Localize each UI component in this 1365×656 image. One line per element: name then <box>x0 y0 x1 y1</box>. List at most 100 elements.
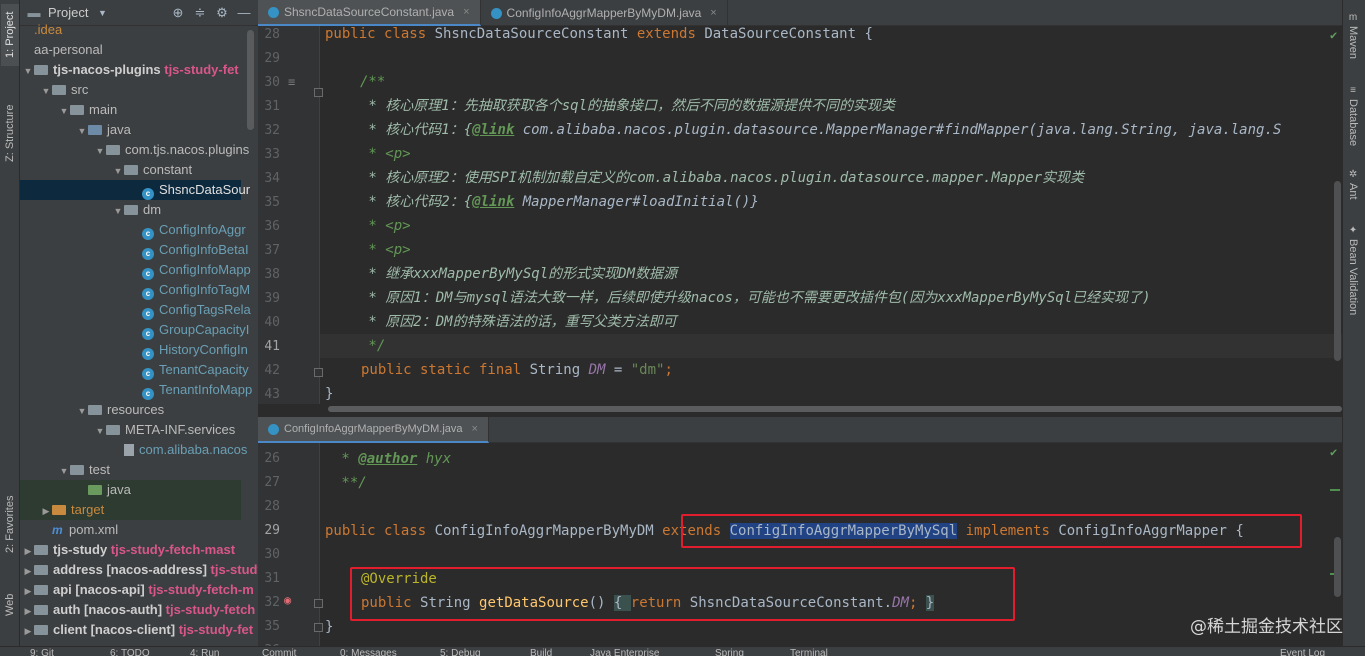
line-number[interactable]: 35 <box>258 619 280 634</box>
project-panel-title[interactable]: Project <box>48 5 88 20</box>
chevron-down-icon[interactable]: ▼ <box>22 61 34 81</box>
chevron-right-icon[interactable]: ▶ <box>22 601 34 621</box>
line-number[interactable]: 32 <box>258 122 280 139</box>
gear-icon[interactable]: ⚙ <box>214 5 230 21</box>
tree-item[interactable]: aa-personal <box>20 40 241 60</box>
chevron-down-icon[interactable]: ▼ <box>112 201 124 221</box>
tree-item[interactable]: ▶ api [nacos-api] tjs-study-fetch-m <box>20 580 254 601</box>
chevron-right-icon[interactable]: ▶ <box>22 581 34 601</box>
chevron-down-icon[interactable]: ▼ <box>94 8 110 18</box>
ant-tool-tab[interactable]: ✲ Ant <box>1344 164 1362 204</box>
tree-item[interactable]: ▼ META-INF.services <box>20 420 241 440</box>
tree-item[interactable]: ▶ client [nacos-client] tjs-study-fet <box>20 620 254 641</box>
chevron-down-icon[interactable]: ▼ <box>94 141 106 161</box>
line-number[interactable]: 41 <box>258 338 280 355</box>
line-number[interactable]: 29 <box>258 523 280 538</box>
tree-item[interactable]: ▼ main <box>20 100 241 120</box>
tree-item[interactable]: ▶ address [nacos-address] tjs-study <box>20 560 258 581</box>
fold-marker[interactable] <box>314 368 323 377</box>
bottom-tool-9-git[interactable]: 9: Git <box>30 647 54 656</box>
bottom-tool-4-run[interactable]: 4: Run <box>190 647 219 656</box>
tree-item[interactable]: ▶ auth [nacos-auth] tjs-study-fetch <box>20 600 256 621</box>
chevron-down-icon[interactable]: ▼ <box>112 161 124 181</box>
bottom-tool-5-debug[interactable]: 5: Debug <box>440 647 481 656</box>
tree-item[interactable]: java <box>20 480 241 500</box>
favorites-tool-tab[interactable]: 2: Favorites <box>1 490 19 558</box>
bottom-tool-6-todo[interactable]: 6: TODO <box>110 647 150 656</box>
line-number[interactable]: 30 <box>258 547 280 562</box>
tree-item[interactable]: c ConfigTagsRela <box>20 300 251 320</box>
database-tool-tab[interactable]: ≡ Database <box>1344 80 1362 152</box>
locate-icon[interactable]: ⊕ <box>170 5 186 21</box>
tree-item[interactable]: c GroupCapacityI <box>20 320 249 340</box>
close-icon[interactable]: × <box>710 7 716 19</box>
tree-item[interactable]: c ConfigInfoAggr <box>20 220 246 240</box>
bottom-pane-scrollbar[interactable] <box>1334 537 1341 597</box>
structure-tool-tab[interactable]: Z: Structure <box>1 92 19 174</box>
chevron-down-icon[interactable]: ▼ <box>58 461 70 481</box>
override-marker-icon[interactable]: ◉ <box>284 593 291 607</box>
tree-item[interactable]: ▶ target <box>20 500 241 520</box>
bottom-tool-build[interactable]: Build <box>530 647 552 656</box>
tree-item[interactable]: ▼ java <box>20 120 241 140</box>
bottom-tool-spring[interactable]: Spring <box>715 647 744 656</box>
close-icon[interactable]: × <box>463 6 469 18</box>
line-number[interactable]: 36 <box>258 218 280 235</box>
line-number[interactable]: 31 <box>258 571 280 586</box>
tree-item[interactable]: ▼ dm <box>20 200 241 220</box>
tab-shsnc-datasource-constant[interactable]: ShsncDataSourceConstant.java × <box>258 0 481 26</box>
chevron-right-icon[interactable]: ▶ <box>40 501 52 521</box>
chevron-down-icon[interactable]: ▼ <box>94 421 106 441</box>
line-number[interactable]: 29 <box>258 50 280 67</box>
fold-marker[interactable] <box>314 623 323 632</box>
line-number[interactable]: 31 <box>258 98 280 115</box>
chevron-down-icon[interactable]: ▼ <box>76 401 88 421</box>
close-icon[interactable]: × <box>472 423 478 435</box>
line-number[interactable]: 28 <box>258 499 280 514</box>
tree-item[interactable]: ▼ resources <box>20 400 241 420</box>
web-tool-tab[interactable]: Web <box>1 590 19 620</box>
project-scrollbar[interactable] <box>247 30 254 130</box>
chevron-right-icon[interactable]: ▶ <box>22 621 34 641</box>
line-number[interactable]: 39 <box>258 290 280 307</box>
chevron-down-icon[interactable]: ▼ <box>76 121 88 141</box>
line-number[interactable]: 34 <box>258 170 280 187</box>
tree-item[interactable]: ▼ com.tjs.nacos.plugins <box>20 140 250 161</box>
chevron-down-icon[interactable]: ▼ <box>58 101 70 121</box>
line-number[interactable]: 42 <box>258 362 280 379</box>
line-number[interactable]: 43 <box>258 386 280 403</box>
bottom-editor-pane[interactable]: 262728293031323536 ✔ ◉ * @author hyx **/… <box>258 443 1342 646</box>
top-editor-pane[interactable]: 28 29 30 31 32 33 34 35 36 37 38 39 40 41 42 43 ✔ ≡ pub… <box>258 26 1342 404</box>
line-number[interactable]: 30 <box>258 74 280 91</box>
bean-validation-tool-tab[interactable]: ✦ Bean Validation <box>1344 220 1362 320</box>
line-number[interactable]: 26 <box>258 451 280 466</box>
line-number[interactable]: 40 <box>258 314 280 331</box>
collapse-icon[interactable]: ≑ <box>192 5 208 21</box>
maven-tool-tab[interactable]: m Maven <box>1344 6 1362 66</box>
tree-item[interactable]: c TenantInfoMapp <box>20 380 252 400</box>
tree-item[interactable]: c ConfigInfoTagM <box>20 280 250 300</box>
top-pane-scrollbar[interactable] <box>1334 181 1341 361</box>
chevron-right-icon[interactable]: ▶ <box>22 561 34 581</box>
tree-item[interactable]: c ShsncDataSour <box>20 180 250 200</box>
tree-item[interactable]: ▼ test <box>20 460 241 480</box>
tree-item[interactable]: ▼ constant <box>20 160 241 180</box>
fold-marker[interactable] <box>314 88 323 97</box>
bottom-tool-commit[interactable]: Commit <box>262 647 296 656</box>
tree-item[interactable]: .idea <box>20 20 241 40</box>
line-number[interactable]: 32 <box>258 595 280 610</box>
line-number[interactable]: 35 <box>258 194 280 211</box>
tree-item[interactable]: ▼ tjs-nacos-plugins tjs-study-fet <box>20 60 241 80</box>
chevron-right-icon[interactable]: ▶ <box>22 541 34 561</box>
tree-item[interactable]: c ConfigInfoMapp <box>20 260 251 280</box>
tree-item[interactable]: m pom.xml <box>20 520 241 540</box>
tree-item[interactable]: ▼ src <box>20 80 241 100</box>
bottom-tool-0-messages[interactable]: 0: Messages <box>340 647 397 656</box>
line-number[interactable]: 28 <box>258 26 280 43</box>
bottom-tool-java-enterprise[interactable]: Java Enterprise <box>590 647 659 656</box>
tree-item[interactable]: com.alibaba.nacos <box>20 440 247 460</box>
top-pane-hscroll[interactable] <box>328 404 1342 413</box>
doc-render-icon[interactable]: ≡ <box>288 75 295 89</box>
chevron-down-icon[interactable]: ▼ <box>40 81 52 101</box>
tree-item[interactable]: c TenantCapacity <box>20 360 249 380</box>
